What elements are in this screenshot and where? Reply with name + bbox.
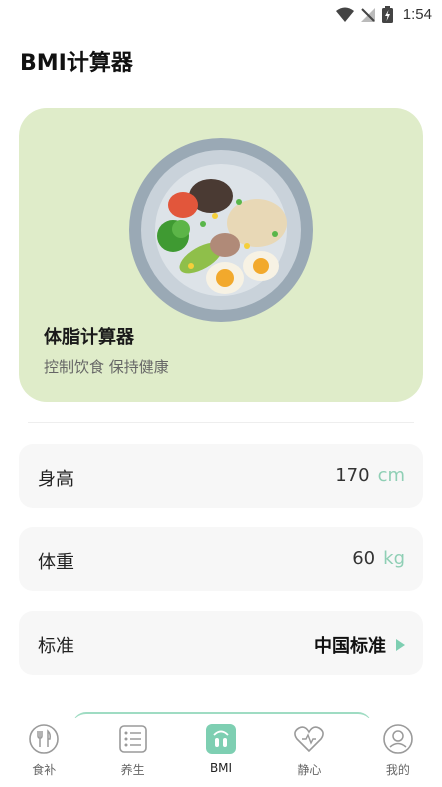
- standard-row[interactable]: 标准 中国标准: [19, 611, 423, 675]
- tab-bmi[interactable]: BMI: [177, 718, 265, 787]
- height-label: 身高: [38, 469, 74, 490]
- tab-bmi-label: BMI: [209, 761, 233, 775]
- bottom-tab-bar: 食补 养生 BMI 静心 我的: [0, 718, 442, 787]
- standard-label: 标准: [38, 636, 74, 657]
- height-unit: cm: [377, 465, 405, 486]
- height-value[interactable]: 170: [335, 465, 369, 486]
- list-icon: [118, 725, 147, 753]
- status-time: 1:54: [402, 6, 432, 23]
- profile-icon: [383, 724, 413, 754]
- tab-profile[interactable]: 我的: [354, 718, 442, 787]
- page-title: BMI计算器: [20, 51, 133, 76]
- weight-row[interactable]: 体重 60 kg: [19, 527, 423, 591]
- weight-label: 体重: [38, 552, 74, 573]
- weight-value[interactable]: 60: [352, 548, 375, 569]
- standard-value[interactable]: 中国标准: [314, 632, 386, 658]
- chevron-right-icon[interactable]: [396, 639, 405, 651]
- hero-subtitle: 控制饮食 保持健康: [44, 358, 169, 376]
- tab-health-label: 养生: [120, 763, 145, 777]
- weight-unit: kg: [383, 548, 405, 569]
- tab-profile-label: 我的: [385, 763, 410, 777]
- heart-icon: [294, 726, 325, 753]
- status-bar: 1:54: [0, 0, 442, 30]
- wifi-icon: [335, 7, 354, 22]
- tab-calm[interactable]: 静心: [265, 718, 353, 787]
- no-signal-icon: [360, 7, 375, 22]
- tab-calm-label: 静心: [297, 763, 322, 777]
- salad-plate-image: [129, 138, 313, 322]
- height-row[interactable]: 身高 170 cm: [19, 444, 423, 508]
- hero-card: 体脂计算器 控制饮食 保持健康: [19, 108, 423, 402]
- battery-charging-icon: [381, 6, 393, 23]
- food-icon: [29, 724, 60, 754]
- tab-health[interactable]: 养生: [88, 718, 176, 787]
- divider: [28, 422, 414, 423]
- tab-food[interactable]: 食补: [0, 718, 88, 787]
- scale-icon: [206, 724, 237, 754]
- tab-food-label: 食补: [32, 763, 57, 777]
- hero-title: 体脂计算器: [44, 327, 134, 348]
